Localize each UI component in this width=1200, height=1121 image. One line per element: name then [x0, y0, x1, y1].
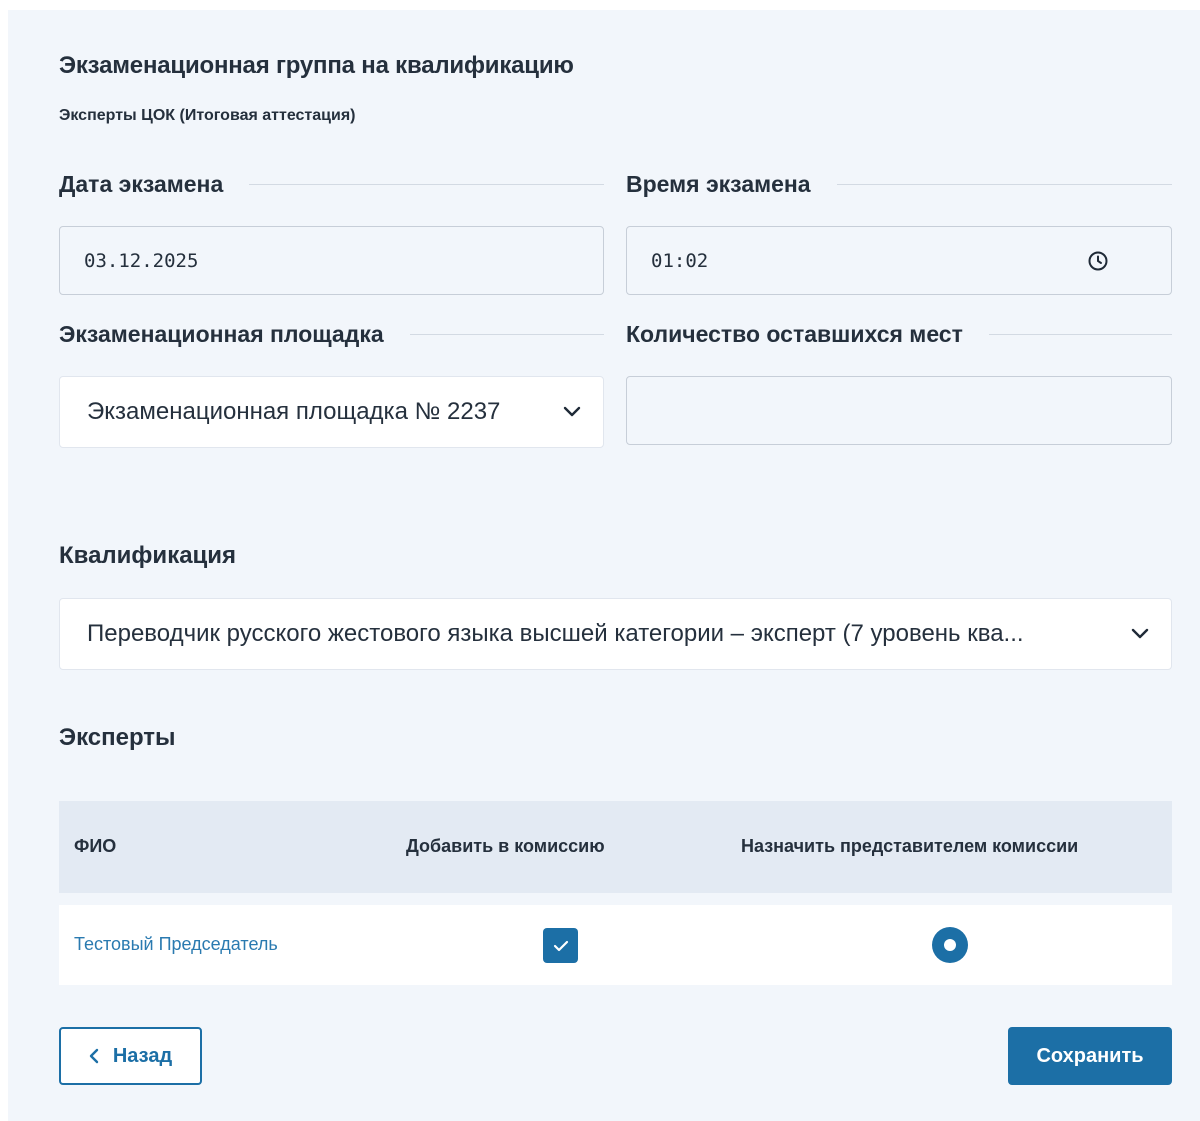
exam-site-label: Экзаменационная площадка — [59, 319, 604, 349]
qualification-value: Переводчик русского жестового языка высш… — [87, 620, 1024, 647]
exam-site-value: Экзаменационная площадка № 2237 — [87, 398, 501, 425]
seats-left-label: Количество оставшихся мест — [626, 319, 1172, 349]
form-panel: Экзаменационная группа на квалификацию Э… — [8, 10, 1200, 1121]
experts-label: Эксперты — [59, 724, 176, 751]
back-button[interactable]: Назад — [59, 1027, 202, 1085]
divider-line — [988, 333, 1172, 335]
expert-name-link[interactable]: Тестовый Председатель — [74, 934, 278, 955]
column-header-add: Добавить в комиссию — [406, 836, 605, 856]
table-row: Тестовый Председатель — [59, 905, 1172, 985]
back-button-label: Назад — [112, 1044, 173, 1067]
divider-line — [409, 333, 604, 335]
seats-left-input[interactable] — [626, 376, 1172, 445]
exam-date-value: 03.12.2025 — [84, 249, 199, 272]
exam-time-value: 01:02 — [651, 249, 709, 272]
chevron-left-icon — [89, 1048, 99, 1064]
experts-table-header: ФИО Добавить в комиссию Назначить предст… — [59, 801, 1172, 893]
divider-line — [836, 183, 1172, 185]
exam-time-label: Время экзамена — [626, 169, 1172, 199]
chevron-down-icon — [561, 401, 583, 423]
form-title: Экзаменационная группа на квалификацию — [59, 52, 574, 79]
clock-icon[interactable] — [1087, 250, 1109, 272]
exam-site-label-text: Экзаменационная площадка — [59, 320, 384, 347]
chevron-down-icon — [1129, 623, 1151, 645]
add-to-commission-checkbox[interactable] — [543, 928, 578, 963]
column-header-representative: Назначить представителем комиссии — [741, 836, 1079, 856]
exam-time-input[interactable]: 01:02 — [626, 226, 1172, 295]
exam-time-label-text: Время экзамена — [626, 170, 811, 197]
check-icon — [553, 940, 568, 951]
seats-left-label-text: Количество оставшихся мест — [626, 320, 963, 347]
column-header-name: ФИО — [74, 836, 117, 856]
exam-site-select[interactable]: Экзаменационная площадка № 2237 — [59, 376, 604, 448]
exam-date-label: Дата экзамена — [59, 169, 604, 199]
exam-date-label-text: Дата экзамена — [59, 170, 224, 197]
divider-line — [249, 183, 604, 185]
save-button[interactable]: Сохранить — [1008, 1027, 1172, 1085]
radio-dot — [944, 939, 956, 951]
qualification-label: Квалификация — [59, 542, 237, 569]
exam-date-input[interactable]: 03.12.2025 — [59, 226, 604, 295]
qualification-select[interactable]: Переводчик русского жестового языка высш… — [59, 598, 1172, 670]
form-subtitle: Эксперты ЦОК (Итоговая аттестация) — [59, 107, 356, 124]
representative-radio[interactable] — [932, 927, 968, 963]
